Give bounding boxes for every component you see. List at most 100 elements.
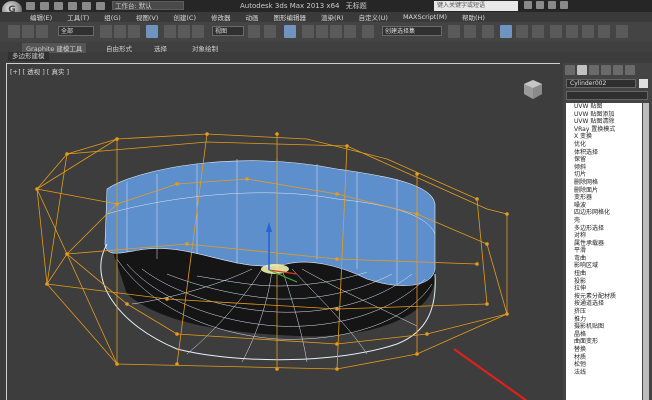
schematic-view-icon[interactable] [532,25,544,38]
menu-customize[interactable]: 自定义(U) [359,12,388,22]
tab-object-paint[interactable]: 对象绘制 [192,43,218,53]
menu-rendering[interactable]: 渲染(R) [321,12,344,22]
modifier-list-item[interactable]: 保留 [566,156,642,164]
tab-freeform[interactable]: 自由形式 [106,43,132,53]
modifier-list-item[interactable]: 挤压 [566,308,642,316]
render-icon[interactable] [598,25,610,38]
modifier-list-item[interactable]: 多边形选择 [566,225,642,233]
communication-icon[interactable] [548,1,556,9]
open-file-icon[interactable] [40,2,49,10]
tab-selection[interactable]: 选择 [154,43,167,53]
scale-icon[interactable] [192,25,204,38]
menu-animation[interactable]: 动画 [246,12,259,22]
render-setup-icon[interactable] [566,25,578,38]
modifier-list-item[interactable]: X 变换 [566,133,642,141]
spinner-snap-icon[interactable] [344,25,356,38]
move-icon[interactable] [164,25,176,38]
percent-snap-icon[interactable] [330,25,342,38]
mirror-icon[interactable] [448,25,460,38]
title-bar: 工作台: 默认 Autodesk 3ds Max 2013 x64 无标题 键入… [0,0,652,12]
modifier-list-item[interactable]: 拉伸 [566,285,642,293]
modifier-list-item[interactable]: 删除面片 [566,187,642,195]
tab-polygon-modeling[interactable]: 多边形建模 [8,52,49,61]
select-object-icon[interactable] [100,25,112,38]
keyboard-shortcut-override-icon[interactable] [284,25,296,38]
menu-create[interactable]: 创建(C) [173,12,196,22]
command-panel: Cylinder002 UVW 贴图 UVW 贴图添加 UVW 贴图清除 VRa… [563,63,652,400]
unlink-icon[interactable] [22,25,34,38]
hierarchy-tab-icon[interactable] [589,65,599,75]
select-manipulate-icon[interactable] [264,25,276,38]
create-tab-icon[interactable] [565,65,575,75]
menu-tools[interactable]: 工具(T) [67,12,89,22]
modifier-list-item[interactable]: 删除网格 [566,179,642,187]
window-crossing-icon[interactable] [146,25,158,38]
undo-icon[interactable] [68,2,77,10]
command-panel-tabs [563,63,652,77]
menu-group[interactable]: 组(G) [104,12,121,22]
workspace-selector[interactable]: 工作台: 默认 [112,1,184,10]
pivot-center-icon[interactable] [248,25,260,38]
modifier-list-item[interactable]: 变形器 [566,194,642,202]
named-selection-dropdown[interactable]: 创建选择集 [382,26,442,36]
save-icon[interactable] [54,2,63,10]
modifier-list-item[interactable]: 平滑 [566,247,642,255]
redo-icon[interactable] [82,2,91,10]
menu-edit[interactable]: 编辑(E) [30,12,52,22]
material-editor-icon[interactable] [550,25,562,38]
snap-toggle-icon[interactable] [302,25,314,38]
menu-help[interactable]: 帮助(H) [462,12,485,22]
bind-space-warp-icon[interactable] [36,25,48,38]
motion-tab-icon[interactable] [601,65,611,75]
modifier-list-item[interactable]: UVW 贴图清除 [566,118,642,126]
link-icon[interactable] [8,25,20,38]
menu-graph-editors[interactable]: 图形编辑器 [274,12,307,22]
selection-region-icon[interactable] [128,25,140,38]
modifier-list-item[interactable]: 摄影机贴图 [566,323,642,331]
selection-filter-dropdown[interactable]: 全部 [58,26,94,36]
star-icon[interactable] [536,1,544,9]
modifier-list-item[interactable]: 替换 [566,346,642,354]
object-name-field[interactable]: Cylinder002 [566,79,636,88]
render-iterative-icon[interactable] [616,25,628,38]
curve-editor-icon[interactable] [516,25,528,38]
rotate-icon[interactable] [178,25,190,38]
rendered-frame-window-icon[interactable] [582,25,594,38]
edit-named-selection-icon[interactable] [362,25,374,38]
modifier-list-item[interactable]: 法线 [566,369,642,377]
modifier-list-item[interactable]: 壳 [566,217,642,225]
modifier-list[interactable]: UVW 贴图 UVW 贴图添加 UVW 贴图清除 VRay 置换模式 X 变换 … [566,103,642,400]
modifier-list-item[interactable]: 松弛 [566,361,642,369]
search-input[interactable]: 键入关键字或短语 [434,1,518,11]
graphite-toggle-icon[interactable] [500,25,512,38]
modifier-list-item[interactable]: 扭曲 [566,270,642,278]
layer-manager-icon[interactable] [482,25,494,38]
modifier-list-dropdown[interactable] [566,91,648,100]
binoculars-icon[interactable] [524,1,532,9]
modifier-list-item[interactable]: 曲面变形 [566,338,642,346]
menu-modifiers[interactable]: 修改器 [211,12,231,22]
new-file-icon[interactable] [26,2,35,10]
mesh-scene[interactable] [7,64,560,400]
modifier-list-item[interactable]: 影响区域 [566,262,642,270]
utilities-tab-icon[interactable] [625,65,635,75]
modifier-list-item[interactable]: 优化 [566,141,642,149]
modifier-list-item[interactable]: 四边形网格化 [566,209,642,217]
object-color-swatch[interactable] [639,79,648,88]
modifier-list-item[interactable]: 按通道选择 [566,300,642,308]
reference-coordinate-dropdown[interactable]: 视图 [212,26,244,36]
perspective-viewport[interactable]: [+] [ 透视 ] [ 真实 ] [6,63,560,400]
angle-snap-icon[interactable] [316,25,328,38]
help-icon[interactable] [560,1,568,9]
modify-tab-icon[interactable] [577,65,587,75]
select-by-name-icon[interactable] [114,25,126,38]
menu-views[interactable]: 视图(V) [136,12,159,22]
modifier-list-item[interactable]: 切片 [566,171,642,179]
modifier-list-scrollbar[interactable] [643,103,649,400]
display-tab-icon[interactable] [613,65,623,75]
modifier-list-item[interactable]: 对称 [566,232,642,240]
align-icon[interactable] [464,25,476,38]
menu-maxscript[interactable]: MAXScript(M) [403,13,447,21]
modifier-list-item[interactable]: UVW 贴图 [566,103,642,111]
project-folder-icon[interactable] [96,2,105,10]
